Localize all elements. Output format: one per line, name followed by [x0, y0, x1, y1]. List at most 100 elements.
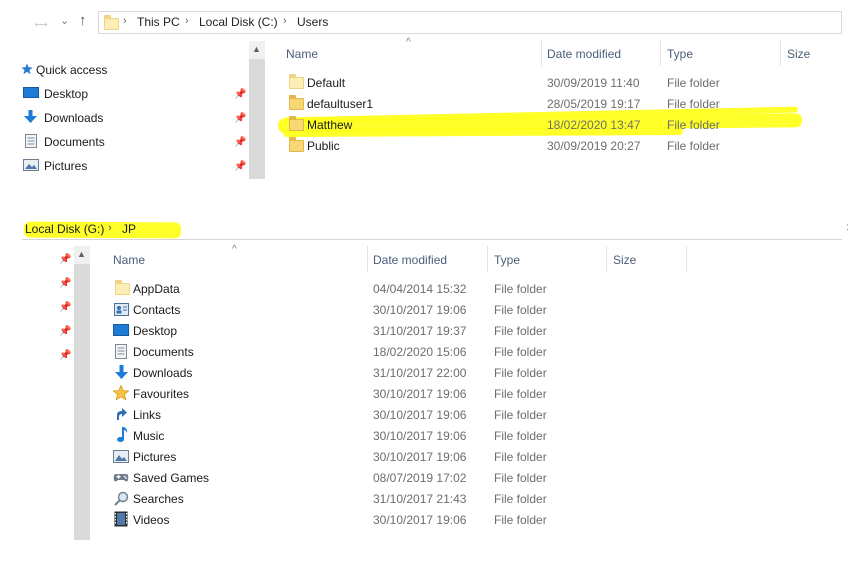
- pin-icon[interactable]: 📌: [59, 254, 71, 265]
- up-button[interactable]: ↑: [79, 13, 87, 29]
- overflow-marker: :: [846, 222, 849, 233]
- folder-icon: [115, 280, 130, 295]
- sort-ascending-icon: ^: [406, 37, 411, 48]
- file-name: Desktop: [133, 324, 178, 338]
- file-date: 30/09/2019 11:40: [547, 76, 640, 90]
- file-date: 30/10/2017 19:06: [373, 303, 467, 317]
- file-date: 30/10/2017 19:06: [373, 450, 467, 464]
- file-date: 28/05/2019 19:17: [547, 97, 641, 111]
- recent-locations-button[interactable]: ⌄: [60, 13, 69, 29]
- table-row[interactable]: Documents 18/02/2020 15:06 File folder: [0, 341, 850, 362]
- table-row[interactable]: Favourites 30/10/2017 19:06 File folder: [0, 383, 850, 404]
- column-header-type[interactable]: Type: [494, 253, 520, 267]
- breadcrumb-jp[interactable]: JP: [122, 222, 136, 236]
- videos-icon: [114, 511, 128, 527]
- file-type: File folder: [494, 282, 547, 296]
- music-icon: [117, 427, 128, 442]
- file-type: File folder: [494, 324, 547, 338]
- file-type: File folder: [494, 429, 547, 443]
- saved-games-icon: [113, 474, 129, 482]
- file-name: Music: [133, 429, 165, 443]
- table-row[interactable]: Saved Games 08/07/2019 17:02 File folder: [0, 467, 850, 488]
- file-name: Pictures: [133, 450, 177, 464]
- table-row[interactable]: Searches 31/10/2017 21:43 File folder: [0, 488, 850, 509]
- table-row[interactable]: defaultuser1 28/05/2019 19:17 File folde…: [0, 93, 850, 114]
- file-type: File folder: [494, 513, 547, 527]
- file-date: 30/10/2017 19:06: [373, 429, 467, 443]
- pin-icon[interactable]: 📌: [234, 161, 246, 172]
- breadcrumb-separator[interactable]: ›: [108, 222, 112, 234]
- file-date: 18/02/2020 13:47: [547, 118, 641, 132]
- breadcrumb-local-disk-g[interactable]: Local Disk (G:): [25, 222, 104, 236]
- table-row[interactable]: Default 30/09/2019 11:40 File folder: [0, 72, 850, 93]
- column-header-size[interactable]: Size: [787, 47, 810, 61]
- desktop-icon: [113, 324, 129, 336]
- file-type: File folder: [494, 387, 547, 401]
- table-row[interactable]: Links 30/10/2017 19:06 File folder: [0, 404, 850, 425]
- folder-icon: [289, 74, 304, 89]
- breadcrumb-users[interactable]: Users: [297, 15, 328, 29]
- link-icon: [117, 408, 127, 420]
- file-name: Public: [307, 139, 340, 153]
- file-date: 30/10/2017 19:06: [373, 513, 467, 527]
- breadcrumb-separator[interactable]: ›: [123, 15, 127, 27]
- file-date: 30/09/2019 20:27: [547, 139, 641, 153]
- column-header-size[interactable]: Size: [613, 253, 636, 267]
- file-name: Downloads: [133, 366, 193, 380]
- file-name: Documents: [133, 345, 194, 359]
- file-type: File folder: [494, 471, 547, 485]
- breadcrumb-separator[interactable]: ›: [185, 15, 189, 27]
- scroll-up-arrow-icon[interactable]: ▲: [77, 249, 86, 259]
- file-date: 30/10/2017 19:06: [373, 408, 467, 422]
- file-type: File folder: [667, 97, 720, 111]
- sort-ascending-icon: ^: [232, 244, 237, 255]
- breadcrumb-local-disk-c[interactable]: Local Disk (C:): [199, 15, 278, 29]
- table-row[interactable]: Pictures 30/10/2017 19:06 File folder: [0, 446, 850, 467]
- file-type: File folder: [494, 303, 547, 317]
- documents-icon: [115, 344, 127, 359]
- column-header-date-modified[interactable]: Date modified: [373, 253, 447, 267]
- column-header-date-modified[interactable]: Date modified: [547, 47, 621, 61]
- breadcrumb-this-pc[interactable]: This PC: [137, 15, 180, 29]
- file-date: 31/10/2017 19:37: [373, 324, 467, 338]
- scroll-up-arrow-icon[interactable]: ▲: [252, 44, 261, 54]
- breadcrumb-separator[interactable]: ›: [283, 15, 287, 27]
- file-date: 08/07/2019 17:02: [373, 471, 467, 485]
- folder-icon: [289, 137, 304, 152]
- column-header-name[interactable]: Name: [286, 47, 318, 61]
- table-row[interactable]: Public 30/09/2019 20:27 File folder: [0, 135, 850, 156]
- file-date: 30/10/2017 19:06: [373, 387, 467, 401]
- address-bar[interactable]: › This PC › Local Disk (C:) › Users: [98, 11, 842, 34]
- file-type: File folder: [667, 139, 720, 153]
- table-row[interactable]: AppData 04/04/2014 15:32 File folder: [0, 278, 850, 299]
- file-name: Default: [307, 76, 346, 90]
- file-type: File folder: [667, 76, 720, 90]
- folder-icon: [104, 15, 119, 30]
- column-header-name[interactable]: Name: [113, 253, 145, 267]
- column-header-type[interactable]: Type: [667, 47, 693, 61]
- table-row[interactable]: Matthew 18/02/2020 13:47 File folder: [0, 114, 850, 135]
- divider: [22, 239, 842, 240]
- file-name: AppData: [133, 282, 180, 296]
- pictures-icon: [23, 159, 39, 171]
- file-name: Searches: [133, 492, 184, 506]
- file-type: File folder: [667, 118, 720, 132]
- table-row[interactable]: Downloads 31/10/2017 22:00 File folder: [0, 362, 850, 383]
- star-icon: [113, 385, 129, 401]
- file-type: File folder: [494, 408, 547, 422]
- forward-button[interactable]: →: [36, 14, 50, 30]
- file-name: Contacts: [133, 303, 181, 317]
- contacts-icon: [114, 303, 129, 316]
- pictures-icon: [113, 450, 129, 463]
- table-row[interactable]: Contacts 30/10/2017 19:06 File folder: [0, 299, 850, 320]
- file-name: Videos: [133, 513, 170, 527]
- file-name: Favourites: [133, 387, 190, 401]
- table-row[interactable]: Desktop 31/10/2017 19:37 File folder: [0, 320, 850, 341]
- search-icon: [114, 491, 129, 506]
- file-name: Matthew: [307, 118, 353, 132]
- table-row[interactable]: Music 30/10/2017 19:06 File folder: [0, 425, 850, 446]
- table-row[interactable]: Videos 30/10/2017 19:06 File folder: [0, 509, 850, 530]
- file-date: 31/10/2017 22:00: [373, 366, 467, 380]
- file-name: defaultuser1: [307, 97, 374, 111]
- file-type: File folder: [494, 492, 547, 506]
